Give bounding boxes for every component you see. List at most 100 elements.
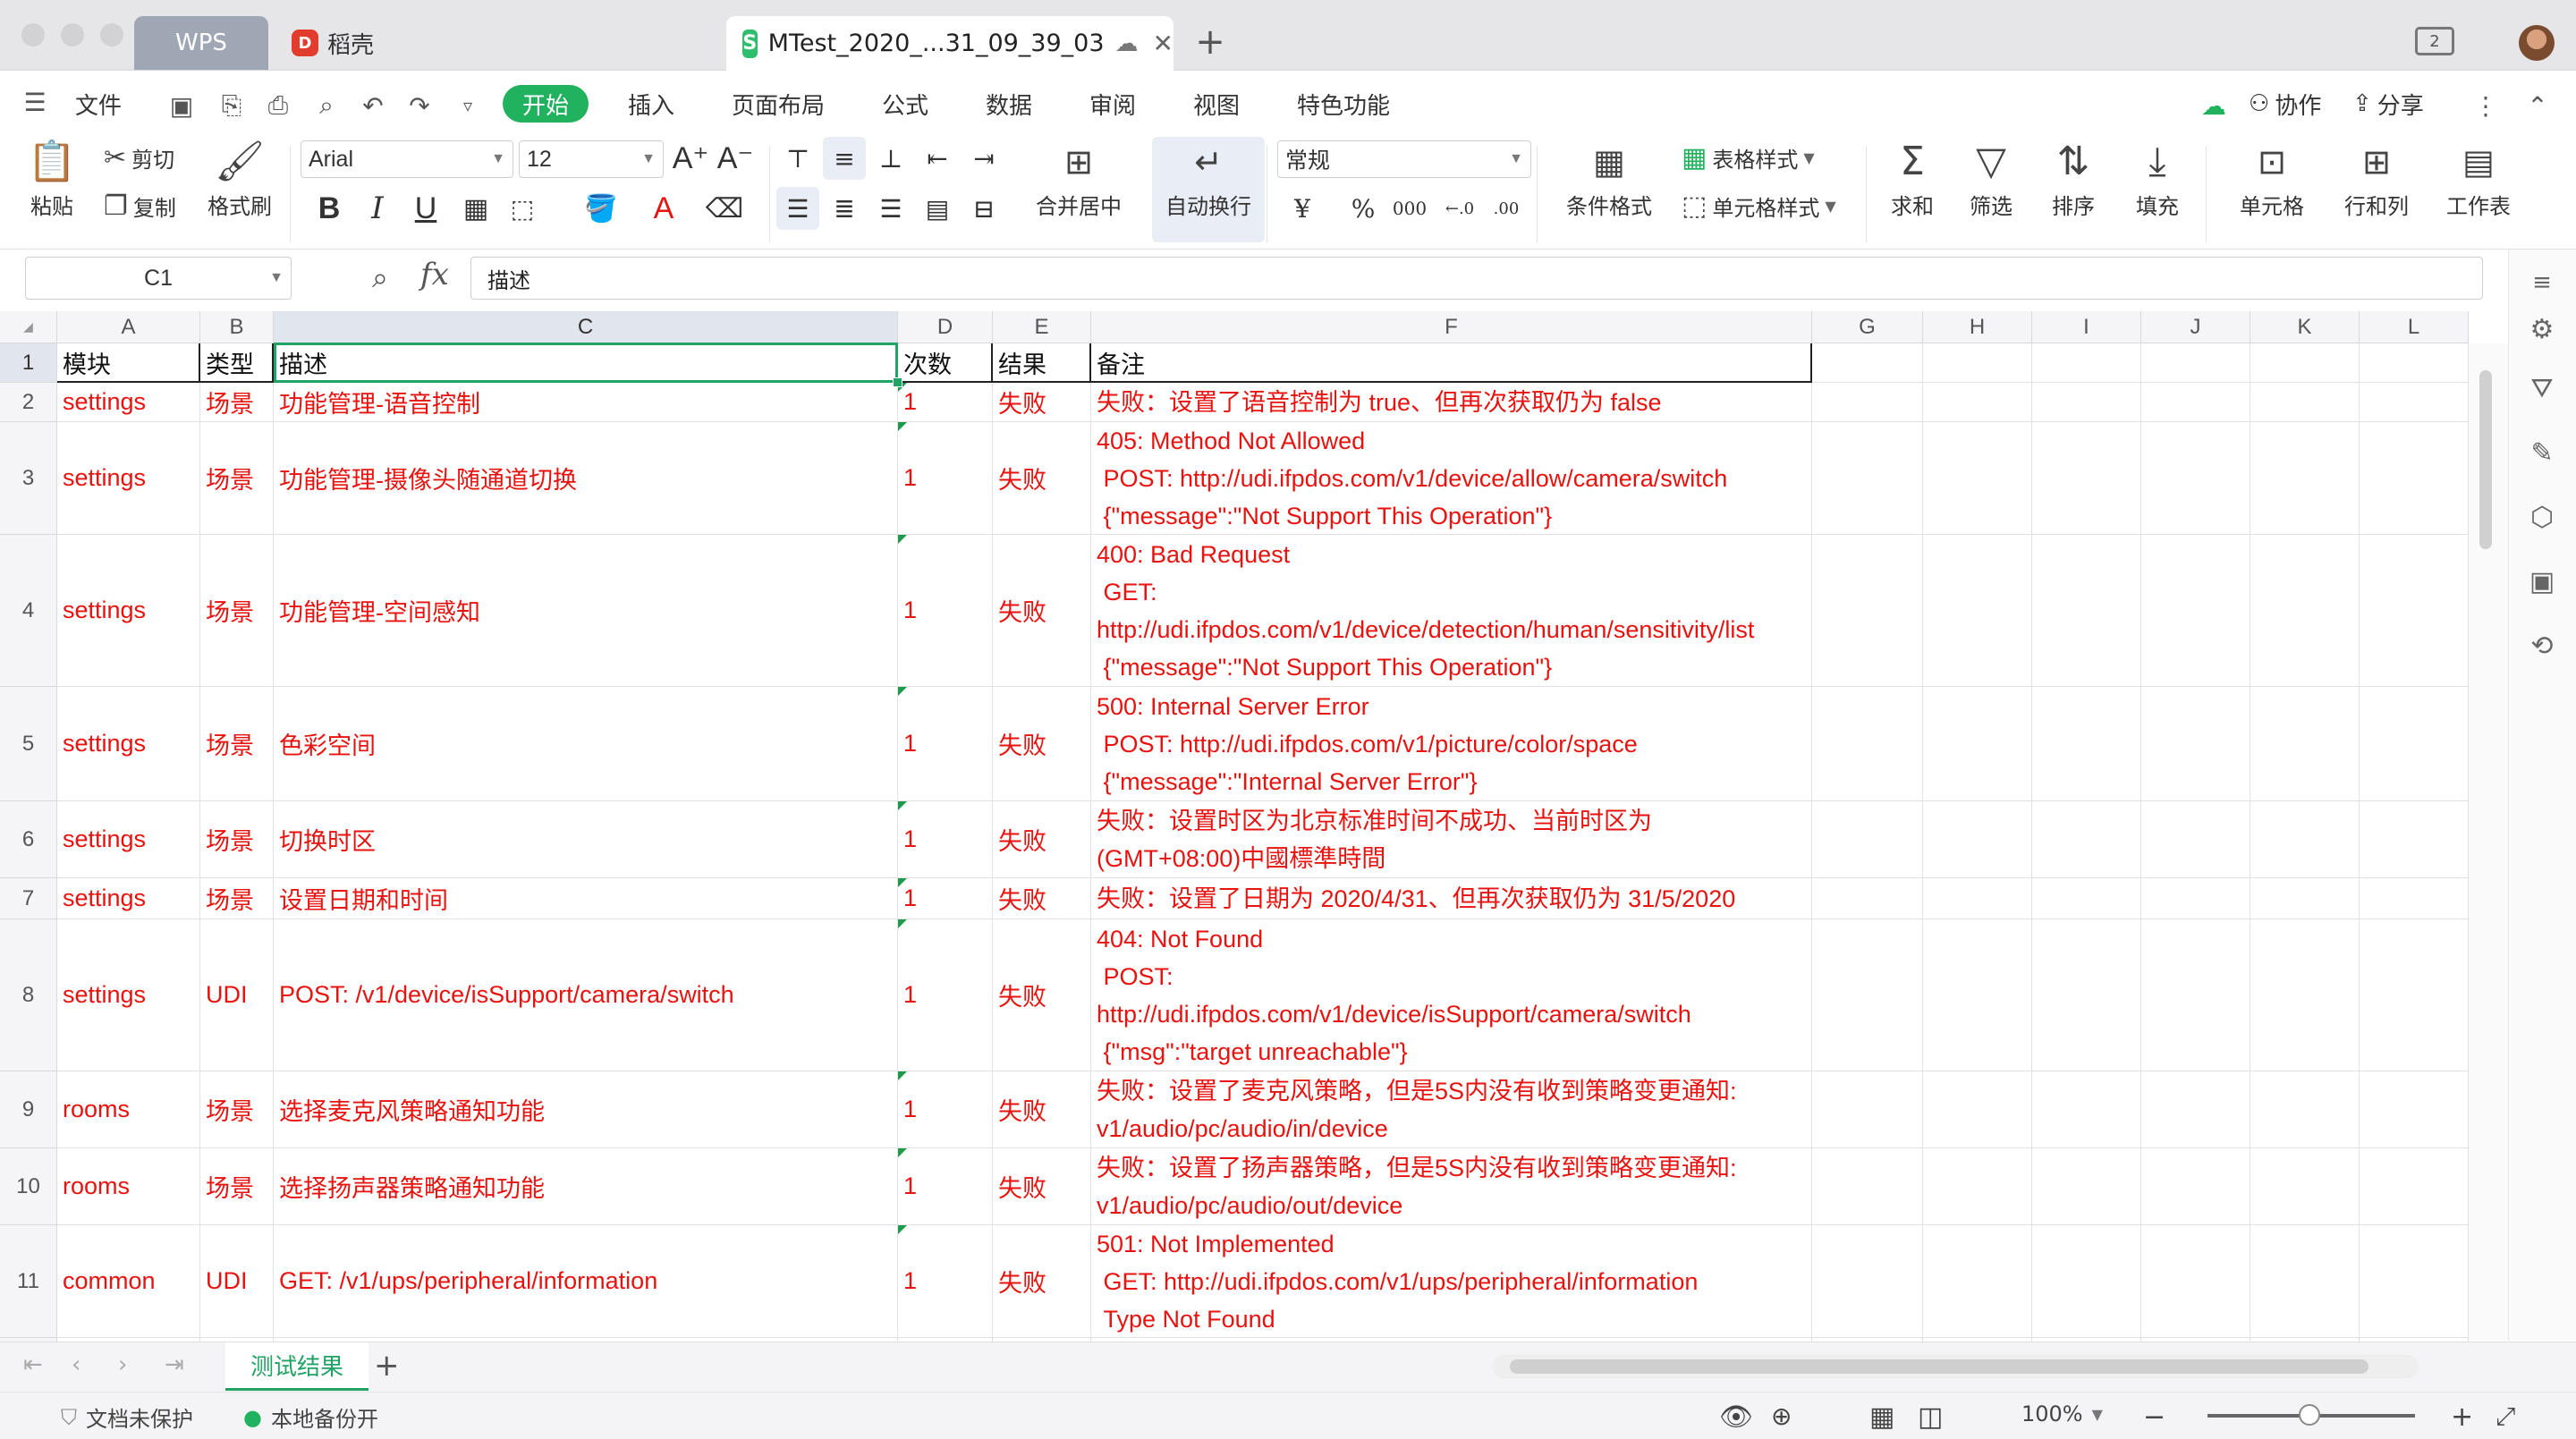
font-size-select[interactable]: 12 ▼ (519, 140, 664, 178)
tab-document[interactable]: S MTest_2020_...31_09_39_03 ☁ ✕ (726, 16, 1174, 71)
table-cell-c[interactable]: 选择扬声器策略通知功能 (274, 1148, 898, 1225)
header-cell-a[interactable]: 模块 (57, 343, 200, 383)
empty-cell[interactable] (1923, 919, 2032, 1071)
column-header-a[interactable]: A (57, 311, 200, 343)
thousands-separator-icon[interactable]: 000 (1388, 187, 1431, 230)
table-cell-f[interactable]: 500: Internal Server Error POST: http://… (1091, 687, 1812, 801)
style-icon[interactable]: ⛛ (2521, 368, 2563, 409)
menu-start[interactable]: 开始 (503, 85, 589, 123)
empty-cell[interactable] (2250, 383, 2360, 422)
export-pdf-icon[interactable]: ⎘ (216, 90, 247, 121)
page-layout-view-icon[interactable]: ◫ (1918, 1401, 1943, 1433)
empty-cell[interactable] (2141, 1148, 2250, 1225)
italic-icon[interactable]: I (356, 187, 399, 230)
normal-view-icon[interactable]: ▦ (1869, 1401, 1894, 1433)
row-header-2[interactable]: 2 (0, 383, 57, 422)
empty-cell[interactable] (1923, 1148, 2032, 1225)
empty-cell[interactable] (1812, 919, 1923, 1071)
percent-icon[interactable]: % (1342, 187, 1385, 230)
table-cell-d[interactable]: 1 (898, 878, 993, 919)
table-cell-b[interactable]: UDI (200, 919, 274, 1071)
add-sheet-button[interactable]: + (374, 1348, 400, 1384)
empty-cell[interactable] (2250, 1148, 2360, 1225)
table-cell-b[interactable]: 场景 (200, 687, 274, 801)
menu-data[interactable]: 数据 (986, 85, 1032, 123)
merge-center-button[interactable]: ⊞ 合并居中 (1023, 137, 1134, 220)
empty-cell[interactable] (1812, 422, 1923, 535)
empty-cell[interactable] (1923, 878, 2032, 919)
font-color-icon[interactable]: A (642, 187, 685, 230)
row-header-1[interactable]: 1 (0, 343, 57, 383)
table-cell-a[interactable]: settings (57, 422, 200, 535)
number-format-select[interactable]: 常规 ▼ (1277, 140, 1531, 178)
empty-cell[interactable] (1812, 1225, 1923, 1338)
vertical-scrollbar[interactable] (2469, 343, 2508, 1341)
empty-cell[interactable] (2141, 687, 2250, 801)
table-cell-e[interactable]: 失败 (993, 1148, 1091, 1225)
edit-icon[interactable]: ✎ (2521, 432, 2563, 473)
distributed-align-icon[interactable]: ⊟ (962, 187, 1005, 230)
table-cell-a[interactable]: settings (57, 878, 200, 919)
clear-format-icon[interactable]: ⌫ (703, 187, 746, 230)
decrease-font-icon[interactable]: A⁻ (714, 137, 757, 180)
avatar[interactable] (2519, 25, 2555, 61)
table-cell-f[interactable]: 失败：设置了语音控制为 true、但再次获取仍为 false (1091, 383, 1812, 422)
row-header-3[interactable]: 3 (0, 422, 57, 535)
table-cell-e[interactable]: 失败 (993, 801, 1091, 878)
table-cell-d[interactable]: 1 (898, 1225, 993, 1338)
empty-cell[interactable] (1923, 383, 2032, 422)
table-cell-f[interactable]: 400: Bad Request GET: http://udi.ifpdos.… (1091, 535, 1812, 687)
table-cell-b[interactable]: 场景 (200, 1148, 274, 1225)
new-tab-button[interactable]: + (1188, 20, 1233, 64)
eye-protection-icon[interactable]: 👁 (1719, 1401, 1753, 1433)
fullscreen-icon[interactable]: ⤢ (2496, 1401, 2515, 1432)
column-header-d[interactable]: D (898, 311, 993, 343)
table-cell-a[interactable]: settings (57, 801, 200, 878)
empty-cell[interactable] (2141, 383, 2250, 422)
empty-cell[interactable] (2032, 878, 2141, 919)
table-cell-f[interactable]: 405: Method Not Allowed POST: http://udi… (1091, 422, 1812, 535)
row-header-5[interactable]: 5 (0, 687, 57, 801)
table-cell-c[interactable]: GET: /v1/ups/peripheral/information (274, 1225, 898, 1338)
format-painter-button[interactable]: 🖌 格式刷 (204, 137, 275, 220)
empty-cell[interactable] (2032, 1148, 2141, 1225)
panel-menu-icon[interactable]: ≡ (2521, 262, 2563, 303)
cell-style-button[interactable]: ⬚ 单元格样式 ▼ (1682, 190, 1836, 222)
table-cell-e[interactable]: 失败 (993, 535, 1091, 687)
cell-button[interactable]: ⊡ 单元格 (2224, 137, 2320, 220)
empty-cell[interactable] (2250, 919, 2360, 1071)
table-cell-b[interactable]: 场景 (200, 383, 274, 422)
align-middle-icon[interactable]: ≡ (823, 137, 866, 180)
column-header-i[interactable]: I (2032, 311, 2141, 343)
local-backup-status[interactable]: ● 本地备份开 (243, 1401, 378, 1433)
empty-cell[interactable] (2032, 422, 2141, 535)
table-cell-c[interactable]: 功能管理-空间感知 (274, 535, 898, 687)
decrease-indent-icon[interactable]: ⇤ (916, 137, 959, 180)
table-cell-e[interactable]: 失败 (993, 422, 1091, 535)
table-cell-d[interactable]: 1 (898, 1071, 993, 1148)
empty-cell[interactable] (2141, 535, 2250, 687)
table-cell-e[interactable]: 失败 (993, 919, 1091, 1071)
table-cell-f[interactable]: 失败：设置了日期为 2020/4/31、但再次获取仍为 31/5/2020 (1091, 878, 1812, 919)
empty-cell[interactable] (2032, 919, 2141, 1071)
border-style-icon[interactable]: ⬚ (501, 187, 544, 230)
zoom-level[interactable]: 100% ▼ (2021, 1401, 2103, 1426)
table-cell-d[interactable]: 1 (898, 1148, 993, 1225)
close-window-button[interactable] (21, 23, 45, 47)
empty-cell[interactable] (1923, 535, 2032, 687)
header-cell-b[interactable]: 类型 (200, 343, 274, 383)
table-cell-f[interactable]: 失败：设置了麦克风策略，但是5S内没有收到策略变更通知: v1/audio/pc… (1091, 1071, 1812, 1148)
empty-cell[interactable] (1923, 1071, 2032, 1148)
row-header-7[interactable]: 7 (0, 878, 57, 919)
empty-cell[interactable] (2360, 383, 2469, 422)
table-cell-e[interactable]: 失败 (993, 1071, 1091, 1148)
empty-cell[interactable] (1923, 422, 2032, 535)
align-left-icon[interactable]: ☰ (776, 187, 819, 230)
column-header-k[interactable]: K (2250, 311, 2360, 343)
cloud-sync-icon[interactable]: ☁ (2199, 90, 2229, 121)
zoom-search-icon[interactable]: ⌕ (372, 260, 388, 295)
empty-cell[interactable] (1923, 1225, 2032, 1338)
table-cell-f[interactable]: 501: Not Implemented GET: http://udi.ifp… (1091, 1225, 1812, 1338)
empty-cell[interactable] (2141, 801, 2250, 878)
align-right-icon[interactable]: ☰ (869, 187, 912, 230)
